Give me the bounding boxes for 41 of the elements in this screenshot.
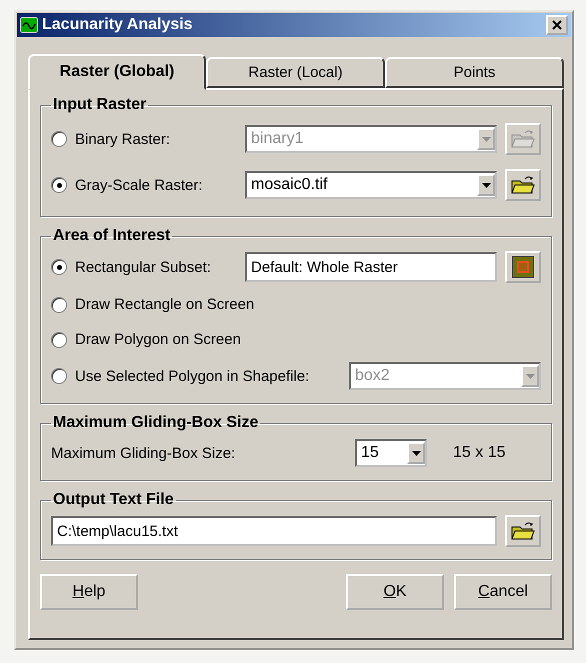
browse-button[interactable]	[505, 515, 541, 547]
radio-label: Binary Raster:	[75, 130, 170, 148]
caret-icon	[412, 450, 420, 456]
group-title: Output Text File	[52, 491, 175, 509]
close-icon	[552, 20, 562, 30]
text-field[interactable]: Default: Whole Raster	[245, 252, 497, 282]
close-button[interactable]	[546, 15, 568, 35]
field-label: Maximum Gliding-Box Size:	[51, 444, 236, 462]
radio-button[interactable]	[51, 296, 67, 312]
radio-label: Gray-Scale Raster:	[75, 176, 203, 194]
group-title: Maximum Gliding-Box Size	[52, 414, 260, 432]
tab[interactable]: Raster (Global)	[28, 54, 206, 90]
app-icon	[20, 17, 38, 33]
tab[interactable]: Points	[385, 57, 564, 88]
radio-label: Rectangular Subset:	[75, 258, 211, 276]
radio-button[interactable]	[51, 259, 67, 275]
tab[interactable]: Raster (Local)	[206, 57, 385, 88]
file-path-field[interactable]: C:\temp\lacu15.txt	[51, 516, 497, 546]
radio-label: Draw Rectangle on Screen	[75, 296, 254, 313]
dialog-button[interactable]: OK	[346, 574, 444, 610]
dialog-button[interactable]: Cancel	[454, 574, 552, 610]
folder-icon	[511, 129, 535, 149]
radio-button[interactable]	[51, 332, 67, 348]
group-title: Input Raster	[52, 96, 148, 114]
rectangle-icon	[512, 256, 534, 278]
dropdown-field[interactable]: mosaic0.tif	[245, 171, 497, 199]
folder-icon	[511, 521, 535, 541]
rectangle-button[interactable]	[505, 251, 541, 283]
dropdown-field[interactable]: 15	[355, 439, 427, 467]
radio-label: Draw Polygon on Screen	[75, 331, 241, 348]
browse-button[interactable]	[505, 169, 541, 201]
folder-icon	[511, 175, 535, 195]
caret-icon	[526, 374, 534, 378]
group-title: Area of Interest	[52, 227, 172, 245]
caret-icon	[482, 182, 490, 188]
radio-button[interactable]	[51, 177, 67, 193]
window-title: Lacunarity Analysis	[42, 16, 194, 34]
dialog-button[interactable]: Help	[40, 574, 138, 610]
size-readout: 15 x 15	[453, 444, 506, 462]
radio-label: Use Selected Polygon in Shapefile:	[75, 368, 310, 384]
caret-icon	[482, 136, 490, 142]
